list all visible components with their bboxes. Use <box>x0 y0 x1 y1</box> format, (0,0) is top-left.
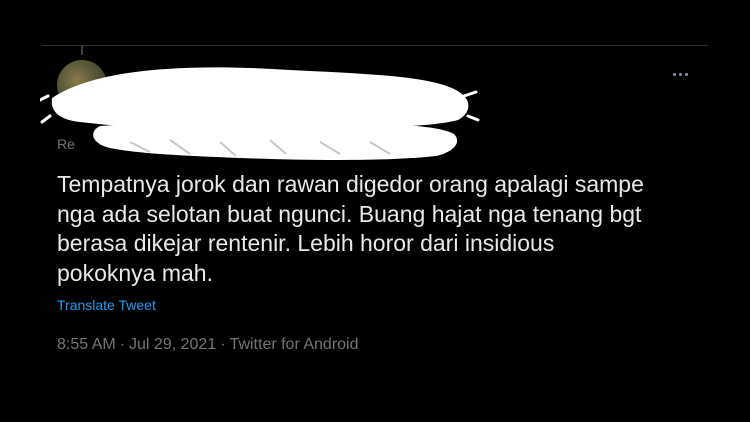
tweet-date[interactable]: Jul 29, 2021 <box>129 336 216 353</box>
avatar[interactable] <box>57 60 107 110</box>
tweet-source[interactable]: Twitter for Android <box>230 336 359 353</box>
replying-to-line: Re <box>57 136 75 152</box>
translate-tweet-link[interactable]: Translate Tweet <box>57 297 156 313</box>
more-horizontal-icon <box>672 72 676 76</box>
more-horizontal-icon-dot <box>678 72 682 76</box>
tweet-metadata: 8:55 AM · Jul 29, 2021 · Twitter for Android <box>57 336 359 354</box>
tweet-time[interactable]: 8:55 AM <box>57 336 116 353</box>
tweet-detail-view: Re Tempatnya jorok dan rawan digedor ora… <box>0 0 750 422</box>
tweet-text: Tempatnya jorok dan rawan digedor orang … <box>57 171 644 286</box>
replying-to-prefix: Re <box>57 136 75 152</box>
more-horizontal-icon-dot <box>684 72 688 76</box>
more-options-button[interactable] <box>668 64 692 84</box>
thread-connector-line <box>81 45 83 55</box>
top-divider <box>42 45 708 46</box>
redaction-scribble <box>40 67 480 160</box>
meta-separator: · <box>220 336 226 353</box>
meta-separator: · <box>119 336 126 353</box>
